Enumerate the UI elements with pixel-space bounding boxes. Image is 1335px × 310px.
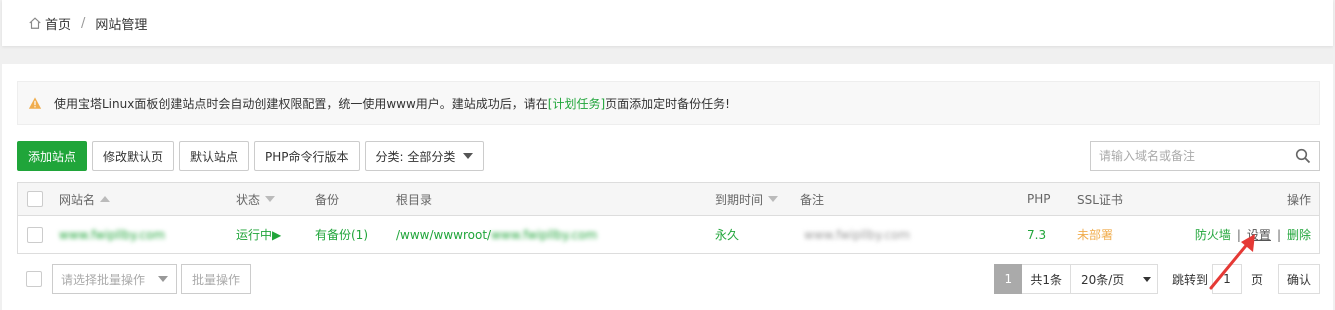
remark-value[interactable]: www.fwipllby.com — [804, 216, 910, 253]
expire-value[interactable]: 永久 — [715, 216, 739, 253]
column-header-expire[interactable]: 到期时间 — [715, 183, 779, 215]
cron-task-link[interactable]: [计划任务] — [548, 95, 605, 112]
page-size-label: 20条/页 — [1080, 272, 1125, 287]
chevron-down-icon — [1142, 276, 1151, 282]
total-count: 共1条 — [1022, 264, 1071, 294]
warning-icon — [28, 97, 42, 109]
delete-link[interactable]: 删除 — [1287, 226, 1311, 243]
chevron-down-icon — [463, 153, 474, 159]
default-site-button[interactable]: 默认站点 — [179, 141, 250, 171]
status-header-label: 状态 — [236, 192, 261, 207]
site-management-panel: 使用宝塔Linux面板创建站点时会自动创建权限配置，统一使用www用户。建站成功… — [2, 64, 1333, 310]
php-cli-version-button[interactable]: PHP命令行版本 — [254, 141, 360, 171]
search-input[interactable] — [1091, 142, 1295, 170]
ssl-status-link[interactable]: 未部署 — [1077, 216, 1113, 253]
action-separator: | — [1276, 227, 1281, 242]
batch-operation-button[interactable]: 批量操作 — [181, 264, 252, 294]
notice-banner: 使用宝塔Linux面板创建站点时会自动创建权限配置，统一使用www用户。建站成功… — [17, 81, 1320, 125]
modify-default-page-button[interactable]: 修改默认页 — [92, 141, 175, 171]
table-header: 网站名 状态 备份 根目录 到期时间 备注 PHP SSL证书 操作 — [18, 183, 1319, 216]
column-header-remark: 备注 — [800, 192, 825, 207]
sort-down-icon — [768, 196, 779, 202]
backup-link[interactable]: 有备份(1) — [315, 216, 368, 253]
annotation-arrow-icon — [1209, 234, 1255, 290]
breadcrumb-bar: 首页 / 网站管理 — [2, 0, 1333, 46]
notice-text-before: 使用宝塔Linux面板创建站点时会自动创建权限配置，统一使用www用户。建站成功… — [54, 96, 548, 111]
batch-operation-select[interactable]: 请选择批量操作 — [52, 264, 177, 294]
column-header-backup: 备份 — [315, 192, 340, 207]
table-footer: 请选择批量操作 批量操作 1 共1条 20条/页 跳转到 1 页 确认 — [17, 264, 1320, 294]
chevron-down-icon — [158, 276, 168, 282]
php-version-link[interactable]: 7.3 — [1027, 216, 1046, 253]
root-dir-link[interactable]: /www/wwwroot/ www.fwipllby.com — [396, 216, 597, 253]
sort-down-icon — [265, 196, 276, 202]
column-header-site-name[interactable]: 网站名 — [59, 183, 111, 215]
toolbar: 添加站点 修改默认页 默认站点 PHP命令行版本 分类: 全部分类 — [17, 141, 489, 171]
search-icon[interactable] — [1295, 148, 1311, 164]
site-name-link[interactable]: www.fwipllby.com — [59, 216, 165, 253]
breadcrumb-current: 网站管理 — [95, 17, 148, 33]
table-row: www.fwipllby.com 运行中▶ 有备份(1) /www/wwwroo… — [18, 216, 1319, 253]
home-icon[interactable] — [28, 16, 42, 30]
expire-header-label: 到期时间 — [715, 192, 764, 207]
category-select[interactable]: 分类: 全部分类 — [364, 141, 485, 171]
column-header-actions: 操作 — [1286, 192, 1311, 207]
site-name-header-label: 网站名 — [59, 192, 96, 207]
jump-confirm-button[interactable]: 确认 — [1277, 264, 1320, 294]
root-dir-suffix: www.fwipllby.com — [491, 227, 598, 242]
column-header-php: PHP — [1027, 192, 1051, 206]
current-page[interactable]: 1 — [994, 264, 1023, 294]
root-dir-prefix: /www/wwwroot/ — [396, 227, 492, 242]
site-table: 网站名 状态 备份 根目录 到期时间 备注 PHP SSL证书 操作 www.f… — [17, 182, 1320, 254]
breadcrumb: 首页 / 网站管理 — [28, 14, 147, 33]
notice-text-after: 页面添加定时备份任务! — [605, 96, 730, 111]
pagination: 1 共1条 20条/页 跳转到 1 页 确认 — [994, 264, 1320, 294]
batch-operation-placeholder: 请选择批量操作 — [61, 272, 146, 287]
footer-select-all-checkbox[interactable] — [26, 271, 42, 287]
row-checkbox[interactable] — [27, 226, 43, 243]
sort-up-icon — [100, 196, 111, 202]
search-box — [1090, 141, 1320, 171]
add-site-button[interactable]: 添加站点 — [17, 141, 88, 171]
column-header-root-dir: 根目录 — [396, 192, 433, 207]
jump-to-label: 跳转到 — [1171, 272, 1208, 287]
column-header-status[interactable]: 状态 — [236, 183, 276, 215]
status-toggle[interactable]: 运行中▶ — [236, 216, 281, 253]
category-select-label: 分类: 全部分类 — [375, 149, 456, 164]
column-header-ssl: SSL证书 — [1077, 192, 1123, 207]
breadcrumb-separator: / — [81, 15, 86, 31]
select-all-checkbox[interactable] — [27, 191, 43, 207]
page-size-select[interactable]: 20条/页 — [1070, 264, 1158, 294]
breadcrumb-home[interactable]: 首页 — [45, 14, 71, 33]
